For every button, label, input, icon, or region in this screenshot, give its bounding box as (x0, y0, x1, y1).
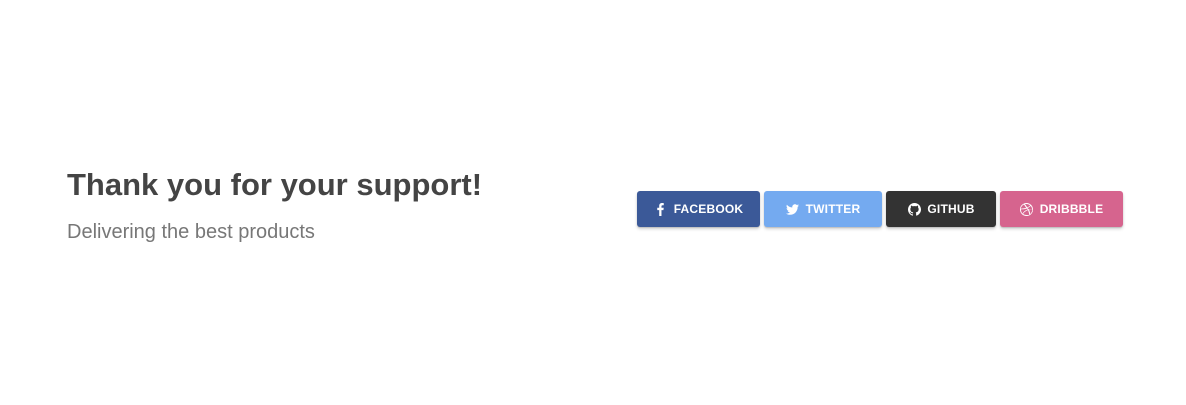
page-title: Thank you for your support! (67, 167, 483, 202)
github-button[interactable]: GITHUB (886, 191, 996, 227)
facebook-button[interactable]: FACEBOOK (637, 191, 760, 227)
github-icon (907, 202, 921, 216)
hero-section: Thank you for your support! Delivering t… (67, 166, 482, 244)
twitter-button-label: TWITTER (805, 202, 861, 216)
github-button-label: GITHUB (927, 202, 975, 216)
facebook-button-label: FACEBOOK (673, 202, 744, 216)
dribbble-button-label: DRIBBBLE (1039, 202, 1104, 216)
social-buttons: FACEBOOK TWITTER GITHUB DRIBBBLE (637, 191, 1123, 227)
facebook-icon (654, 202, 668, 216)
twitter-icon (786, 202, 800, 216)
page-subtitle: Delivering the best products (67, 221, 315, 243)
dribbble-button[interactable]: DRIBBBLE (1000, 191, 1123, 227)
dribbble-icon (1020, 202, 1034, 216)
twitter-button[interactable]: TWITTER (764, 191, 882, 227)
